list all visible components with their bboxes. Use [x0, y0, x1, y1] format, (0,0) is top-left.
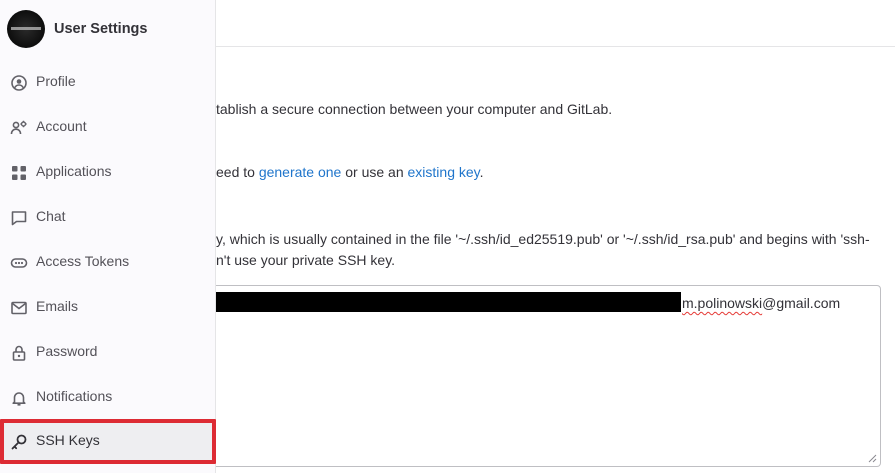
sidebar-item-password[interactable]: Password — [0, 330, 216, 375]
key-comment-name: m.polinowski — [682, 295, 763, 311]
token-icon — [10, 254, 28, 272]
avatar[interactable] — [7, 10, 45, 48]
main-content: tablish a secure connection between your… — [216, 0, 895, 473]
key-comment-text: m.polinowski@gmail.com — [682, 295, 840, 311]
key-icon — [10, 433, 28, 451]
sidebar-item-ssh-keys[interactable]: SSH Keys — [0, 419, 216, 464]
key-comment-domain: @gmail.com — [762, 295, 841, 311]
resize-grip-icon[interactable] — [868, 454, 877, 463]
header-divider — [216, 46, 895, 47]
instructions-middle: or use an — [341, 164, 408, 180]
profile-icon — [10, 74, 28, 92]
sidebar-item-label: Notifications — [36, 388, 113, 404]
sidebar-item-access-tokens[interactable]: Access Tokens — [0, 240, 216, 285]
ssh-key-textarea[interactable] — [216, 285, 881, 467]
sidebar-item-notifications[interactable]: Notifications — [0, 375, 216, 420]
bell-icon — [10, 389, 28, 407]
sidebar-item-label: Applications — [36, 163, 112, 179]
instructions-suffix: . — [479, 164, 484, 180]
lock-icon — [10, 344, 28, 362]
sidebar-item-emails[interactable]: Emails — [0, 285, 216, 330]
sidebar-item-label: Account — [36, 118, 87, 134]
redacted-key-content — [216, 292, 681, 312]
sidebar-item-label: Chat — [36, 208, 66, 224]
sidebar-item-label: Profile — [36, 73, 76, 89]
sidebar-item-chat[interactable]: Chat — [0, 195, 216, 240]
key-instructions: eed to generate one or use an existing k… — [216, 164, 484, 180]
generate-key-link[interactable]: generate one — [259, 164, 342, 180]
sidebar-item-profile[interactable]: Profile — [0, 60, 216, 105]
settings-sidebar: User Settings Profile Account Applicatio… — [0, 0, 216, 473]
key-help-line-2: n't use your private SSH key. — [216, 252, 396, 268]
sidebar-header: User Settings — [0, 0, 216, 60]
sidebar-item-applications[interactable]: Applications — [0, 150, 216, 195]
sidebar-item-account[interactable]: Account — [0, 105, 216, 150]
key-help-line-1: y, which is usually contained in the fil… — [216, 231, 870, 247]
mail-icon — [10, 299, 28, 317]
sidebar-item-label: Access Tokens — [36, 253, 130, 269]
sidebar-title: User Settings — [54, 21, 148, 37]
instructions-prefix: eed to — [216, 164, 259, 180]
intro-text: tablish a secure connection between your… — [216, 101, 613, 117]
sidebar-item-label: Emails — [36, 298, 79, 314]
existing-key-link[interactable]: existing key — [408, 164, 480, 180]
applications-icon — [10, 164, 28, 182]
account-icon — [10, 119, 28, 137]
sidebar-item-label: SSH Keys — [36, 432, 100, 448]
chat-icon — [10, 209, 28, 227]
sidebar-item-label: Password — [36, 343, 98, 359]
